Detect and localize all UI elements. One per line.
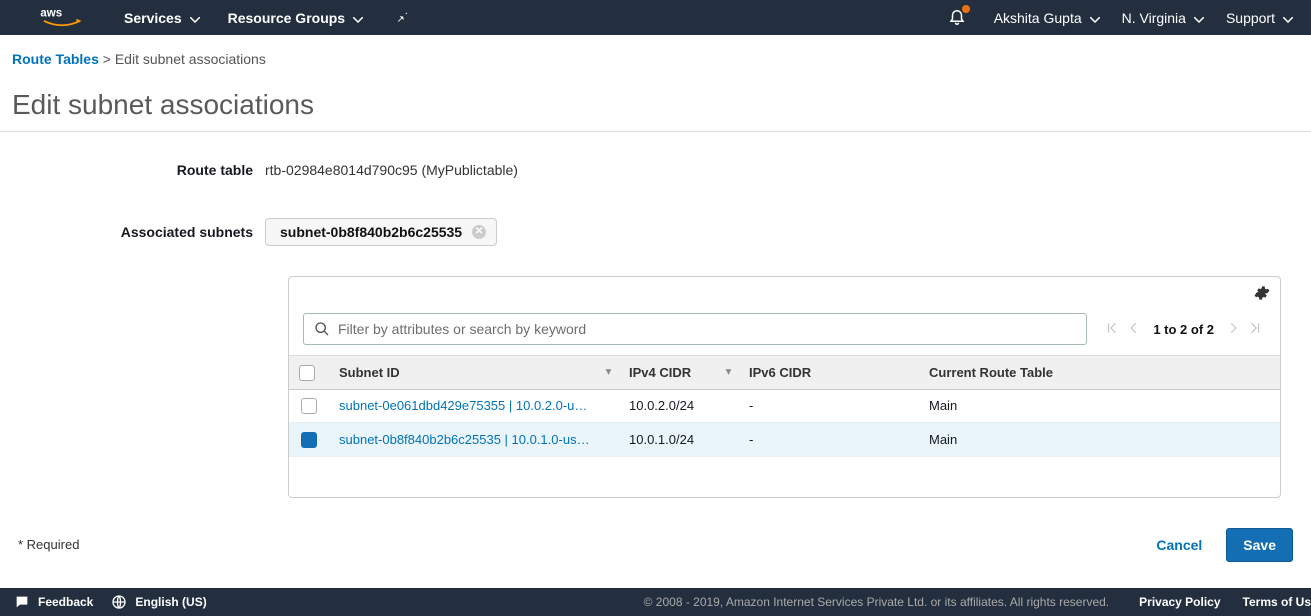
- nav-region-label: N. Virginia: [1122, 10, 1186, 26]
- aws-logo-icon: aws: [40, 5, 84, 31]
- breadcrumb-root-link[interactable]: Route Tables: [12, 51, 99, 67]
- associated-subnets-label: Associated subnets: [0, 224, 265, 240]
- cancel-button[interactable]: Cancel: [1142, 528, 1216, 562]
- nav-support-label: Support: [1226, 10, 1275, 26]
- breadcrumb-sep: >: [103, 51, 111, 67]
- pager-first-icon[interactable]: [1101, 317, 1123, 342]
- privacy-link[interactable]: Privacy Policy: [1139, 595, 1220, 609]
- caret-down-icon: [190, 10, 200, 26]
- pager: 1 to 2 of 2: [1101, 317, 1266, 342]
- pager-last-icon[interactable]: [1244, 317, 1266, 342]
- terms-link[interactable]: Terms of Us: [1243, 595, 1311, 609]
- route-table-label: Route table: [0, 162, 265, 178]
- pager-text: 1 to 2 of 2: [1145, 322, 1222, 337]
- sort-icon: ▾: [726, 367, 731, 378]
- header-ipv4[interactable]: IPv4 CIDR▾: [619, 356, 739, 390]
- globe-icon: [111, 594, 127, 610]
- language-label: English (US): [135, 595, 206, 609]
- cell-ipv4: 10.0.2.0/24: [619, 389, 739, 423]
- caret-down-icon: [1283, 10, 1293, 26]
- table-row[interactable]: subnet-0b8f840b2b6c25535 | 10.0.1.0-us… …: [289, 423, 1280, 457]
- page-title: Edit subnet associations: [0, 67, 1311, 132]
- header-subnet-id[interactable]: Subnet ID▾: [329, 356, 619, 390]
- subnet-panel: 1 to 2 of 2 Subnet ID▾ IPv4 CIDR▾ IPv6 C…: [288, 276, 1281, 498]
- nav-support[interactable]: Support: [1226, 10, 1293, 26]
- feedback-label: Feedback: [38, 595, 93, 609]
- nav-services[interactable]: Services: [124, 10, 200, 26]
- nav-right: Akshita Gupta N. Virginia Support: [948, 7, 1293, 28]
- language-selector[interactable]: English (US): [111, 594, 206, 610]
- pager-prev-icon[interactable]: [1123, 317, 1145, 342]
- table-row[interactable]: subnet-0e061dbd429e75355 | 10.0.2.0-u… 1…: [289, 389, 1280, 423]
- pin-icon[interactable]: [395, 9, 409, 26]
- sort-icon: ▾: [606, 367, 611, 378]
- cell-ipv6: -: [739, 389, 919, 423]
- cell-ipv4: 10.0.1.0/24: [619, 423, 739, 457]
- save-button[interactable]: Save: [1226, 528, 1293, 562]
- pager-next-icon[interactable]: [1222, 317, 1244, 342]
- nav-resource-groups-label: Resource Groups: [228, 10, 345, 26]
- settings-gear-icon[interactable]: [1254, 285, 1270, 304]
- header-route-table[interactable]: Current Route Table: [919, 356, 1280, 390]
- nav-region[interactable]: N. Virginia: [1122, 10, 1204, 26]
- field-associated-subnets: Associated subnets subnet-0b8f840b2b6c25…: [0, 218, 1311, 246]
- search-icon: [314, 321, 330, 337]
- footer: Feedback English (US) © 2008 - 2019, Ama…: [0, 588, 1311, 616]
- cell-route: Main: [919, 389, 1280, 423]
- route-table-value: rtb-02984e8014d790c95 (MyPublictable): [265, 162, 518, 178]
- header-checkbox-cell: [289, 356, 329, 390]
- select-all-checkbox[interactable]: [299, 365, 315, 381]
- subnet-link[interactable]: subnet-0b8f840b2b6c25535 | 10.0.1.0-us…: [339, 432, 609, 447]
- action-buttons: Cancel Save: [1142, 528, 1293, 562]
- cell-route: Main: [919, 423, 1280, 457]
- caret-down-icon: [1194, 10, 1204, 26]
- copyright-text: © 2008 - 2019, Amazon Internet Services …: [644, 595, 1110, 609]
- action-row: * Required Cancel Save: [0, 498, 1311, 562]
- aws-logo[interactable]: aws: [40, 0, 84, 35]
- caret-down-icon: [353, 10, 363, 26]
- field-route-table: Route table rtb-02984e8014d790c95 (MyPub…: [0, 162, 1311, 178]
- nav-user[interactable]: Akshita Gupta: [994, 10, 1100, 26]
- table-header-row: Subnet ID▾ IPv4 CIDR▾ IPv6 CIDR Current …: [289, 356, 1280, 390]
- feedback-link[interactable]: Feedback: [14, 594, 93, 610]
- nav-resource-groups[interactable]: Resource Groups: [228, 10, 363, 26]
- svg-text:aws: aws: [40, 7, 62, 19]
- required-note: * Required: [18, 537, 79, 552]
- cell-ipv6: -: [739, 423, 919, 457]
- subnet-link[interactable]: subnet-0e061dbd429e75355 | 10.0.2.0-u…: [339, 398, 609, 413]
- top-nav: aws Services Resource Groups Akshita Gup…: [0, 0, 1311, 35]
- subnet-tag[interactable]: subnet-0b8f840b2b6c25535 ✕: [265, 218, 497, 246]
- search-field[interactable]: [303, 313, 1087, 345]
- row-checkbox[interactable]: [301, 432, 317, 448]
- remove-tag-icon[interactable]: ✕: [472, 225, 486, 239]
- nav-user-label: Akshita Gupta: [994, 10, 1082, 26]
- feedback-icon: [14, 594, 30, 610]
- nav-services-label: Services: [124, 10, 182, 26]
- notification-dot-icon: [962, 5, 970, 13]
- subnet-tag-label: subnet-0b8f840b2b6c25535: [280, 224, 462, 240]
- subnet-table: Subnet ID▾ IPv4 CIDR▾ IPv6 CIDR Current …: [289, 355, 1280, 457]
- caret-down-icon: [1090, 10, 1100, 26]
- row-checkbox[interactable]: [301, 398, 317, 414]
- header-ipv6[interactable]: IPv6 CIDR: [739, 356, 919, 390]
- notifications-icon[interactable]: [948, 7, 966, 28]
- search-input[interactable]: [338, 321, 1076, 337]
- breadcrumb-current: Edit subnet associations: [115, 51, 266, 67]
- panel-toolbar: 1 to 2 of 2: [289, 277, 1280, 355]
- breadcrumb: Route Tables > Edit subnet associations: [0, 35, 1311, 67]
